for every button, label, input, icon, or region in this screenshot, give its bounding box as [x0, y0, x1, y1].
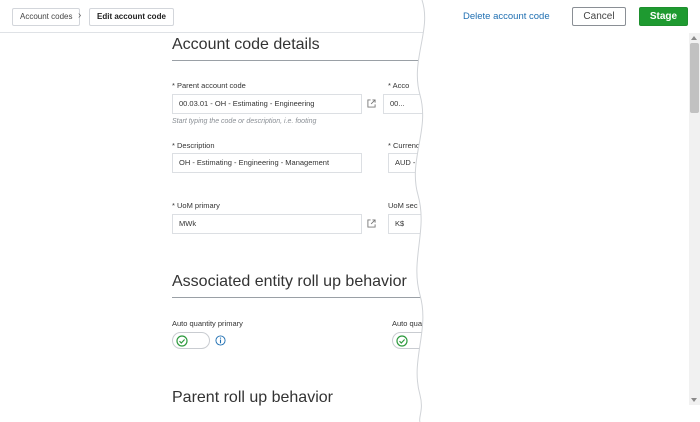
- parent-account-code-input[interactable]: 00.03.01 - OH - Estimating - Engineering: [172, 94, 362, 114]
- section-divider: [172, 60, 430, 61]
- vertical-scrollbar[interactable]: [689, 33, 700, 405]
- breadcrumb-current: Edit account code: [89, 8, 174, 26]
- delete-account-code-link[interactable]: Delete account code: [463, 11, 550, 22]
- auto-quantity-primary-toggle[interactable]: [172, 332, 210, 349]
- open-external-icon[interactable]: [367, 99, 376, 108]
- section-divider: [172, 297, 430, 298]
- scroll-down-arrow-icon[interactable]: [691, 398, 697, 402]
- parent-account-code-hint: Start typing the code or description, i.…: [172, 118, 317, 125]
- scroll-up-arrow-icon[interactable]: [691, 36, 697, 40]
- info-icon[interactable]: [215, 335, 226, 346]
- scrollbar-thumb[interactable]: [690, 43, 699, 113]
- section-title-parent-rollup: Parent roll up behavior: [172, 389, 333, 406]
- description-label: * Description: [172, 141, 215, 150]
- cancel-button[interactable]: Cancel: [572, 7, 626, 26]
- right-panel: [430, 33, 700, 422]
- section-title-account-code-details: Account code details: [172, 36, 320, 53]
- stage-button[interactable]: Stage: [639, 7, 688, 26]
- main-content: Account code details * Parent account co…: [0, 33, 430, 422]
- uom-primary-input[interactable]: MWk: [172, 214, 362, 234]
- torn-edge-divider: [414, 0, 444, 422]
- open-external-icon[interactable]: [367, 219, 376, 228]
- description-input[interactable]: OH - Estimating - Engineering - Manageme…: [172, 153, 362, 173]
- section-title-associated-rollup: Associated entity roll up behavior: [172, 273, 407, 290]
- parent-account-code-label: * Parent account code: [172, 81, 246, 90]
- breadcrumb-account-codes[interactable]: Account codes: [12, 8, 81, 26]
- auto-quantity-primary-label: Auto quantity primary: [172, 319, 243, 328]
- breadcrumb-separator-icon: ›: [78, 10, 82, 21]
- uom-primary-label: * UoM primary: [172, 201, 220, 210]
- check-icon: [176, 335, 188, 347]
